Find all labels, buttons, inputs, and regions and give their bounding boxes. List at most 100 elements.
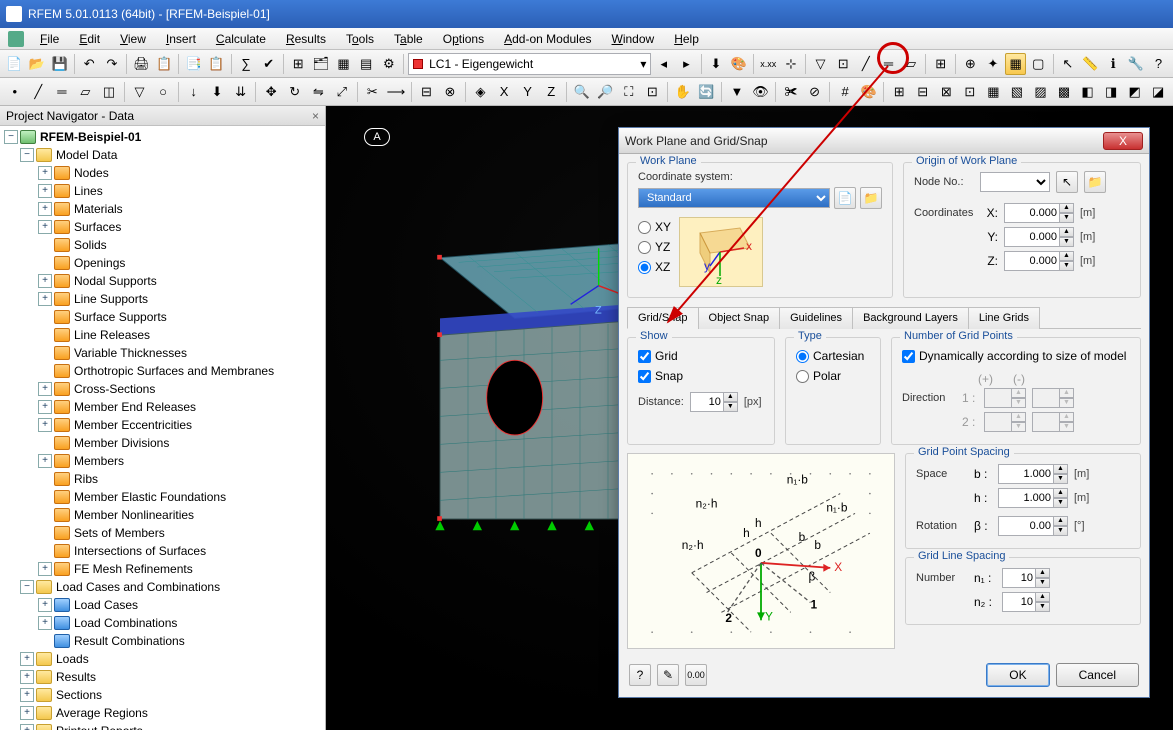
spacing-b-input[interactable]: ▲▼: [998, 464, 1068, 484]
color-icon[interactable]: 🎨: [858, 81, 880, 103]
units-button[interactable]: 0.00: [685, 664, 707, 686]
tree-item[interactable]: + Loads: [2, 650, 323, 668]
load-area-icon[interactable]: ⇊: [230, 81, 252, 103]
pick-node-button[interactable]: ↖: [1056, 171, 1078, 193]
misc1-icon[interactable]: ⊞: [888, 81, 910, 103]
tab-objectsnap[interactable]: Object Snap: [698, 307, 781, 329]
tree-item[interactable]: + Materials: [2, 200, 323, 218]
load-node-icon[interactable]: ↓: [183, 81, 205, 103]
calc-icon[interactable]: ∑: [236, 53, 257, 75]
prev-lc-icon[interactable]: ◂: [653, 53, 674, 75]
undo-icon[interactable]: ↶: [79, 53, 100, 75]
show-grid-check[interactable]: Grid: [638, 346, 764, 366]
tree-item[interactable]: Result Combinations: [2, 632, 323, 650]
check-icon[interactable]: ✔: [258, 53, 279, 75]
next-lc-icon[interactable]: ▸: [676, 53, 697, 75]
table-icon[interactable]: ⊞: [288, 53, 309, 75]
menu-edit[interactable]: Edit: [71, 30, 108, 48]
tree-root[interactable]: − RFEM-Beispiel-01: [2, 128, 323, 146]
axis-icon[interactable]: ⊹: [781, 53, 802, 75]
lines-n1-input[interactable]: ▲▼: [1002, 568, 1050, 588]
zoom-out-icon[interactable]: 🔎: [594, 81, 616, 103]
views-icon[interactable]: ▦: [333, 53, 354, 75]
select-icon[interactable]: ↖: [1058, 53, 1079, 75]
view-y-icon[interactable]: Y: [517, 81, 539, 103]
menu-insert[interactable]: Insert: [158, 30, 204, 48]
menu-view[interactable]: View: [112, 30, 154, 48]
tree-item[interactable]: + Surfaces: [2, 218, 323, 236]
render-icon[interactable]: ▦: [1005, 53, 1026, 75]
member-tool-icon[interactable]: ═: [51, 81, 73, 103]
tree-item[interactable]: Ribs: [2, 470, 323, 488]
origin-x-input[interactable]: ▲▼: [1004, 203, 1074, 223]
tree-item[interactable]: + Printout Reports: [2, 722, 323, 730]
print-icon[interactable]: 🖨: [131, 53, 152, 75]
tree-item[interactable]: + Results: [2, 668, 323, 686]
node-tool-icon[interactable]: •: [4, 81, 26, 103]
plane-xz-radio[interactable]: XZ: [638, 257, 671, 277]
coord-new-button[interactable]: 📄: [834, 187, 856, 209]
misc10-icon[interactable]: ◨: [1100, 81, 1122, 103]
spacing-beta-input[interactable]: ▲▼: [998, 516, 1068, 536]
tab-bglayers[interactable]: Background Layers: [852, 307, 969, 329]
tree-item[interactable]: + Nodes: [2, 164, 323, 182]
tree-item[interactable]: + Line Supports: [2, 290, 323, 308]
tree-lcc[interactable]: − Load Cases and Combinations: [2, 578, 323, 596]
save-icon[interactable]: 💾: [49, 53, 70, 75]
menu-addons[interactable]: Add-on Modules: [496, 30, 599, 48]
tree-item[interactable]: Member Elastic Foundations: [2, 488, 323, 506]
plane-yz-radio[interactable]: YZ: [638, 237, 671, 257]
tree-item[interactable]: + Member Eccentricities: [2, 416, 323, 434]
snap-icon[interactable]: ⊕: [960, 53, 981, 75]
loadcase-combo[interactable]: LC1 - Eigengewicht ▾: [408, 53, 651, 75]
tree-item[interactable]: + FE Mesh Refinements: [2, 560, 323, 578]
menu-results[interactable]: Results: [278, 30, 334, 48]
copy-icon[interactable]: 📑: [183, 53, 204, 75]
report-icon[interactable]: 📋: [154, 53, 175, 75]
orbit-icon[interactable]: 🔄: [696, 81, 718, 103]
menu-table[interactable]: Table: [386, 30, 431, 48]
misc9-icon[interactable]: ◧: [1077, 81, 1099, 103]
help-icon[interactable]: ?: [1148, 53, 1169, 75]
tree-item[interactable]: Member Nonlinearities: [2, 506, 323, 524]
menu-options[interactable]: Options: [435, 30, 492, 48]
open-icon[interactable]: 📂: [27, 53, 48, 75]
menu-file[interactable]: File: [32, 30, 67, 48]
menu-window[interactable]: Window: [604, 30, 663, 48]
misc5-icon[interactable]: ▦: [983, 81, 1005, 103]
pan-icon[interactable]: ✋: [672, 81, 694, 103]
filter-icon[interactable]: ▼: [726, 81, 748, 103]
dialog-titlebar[interactable]: Work Plane and Grid/Snap X: [619, 128, 1149, 154]
tree-item[interactable]: + Nodal Supports: [2, 272, 323, 290]
tree-item[interactable]: + Average Regions: [2, 704, 323, 722]
tree-item[interactable]: Orthotropic Surfaces and Membranes: [2, 362, 323, 380]
misc6-icon[interactable]: ▧: [1006, 81, 1028, 103]
wireframe-icon[interactable]: ▢: [1028, 53, 1049, 75]
tree-item[interactable]: Member Divisions: [2, 434, 323, 452]
dialog-close-button[interactable]: X: [1103, 132, 1143, 150]
panel-icon[interactable]: ▤: [356, 53, 377, 75]
lines-icon[interactable]: ╱: [855, 53, 876, 75]
menu-calculate[interactable]: Calculate: [208, 30, 274, 48]
zoom-fit-icon[interactable]: ⛶: [618, 81, 640, 103]
visibility-icon[interactable]: 👁: [750, 81, 772, 103]
misc7-icon[interactable]: ▨: [1030, 81, 1052, 103]
info-icon[interactable]: ℹ: [1103, 53, 1124, 75]
tab-linegrids[interactable]: Line Grids: [968, 307, 1040, 329]
move-icon[interactable]: ✥: [260, 81, 282, 103]
tree-item[interactable]: Variable Thicknesses: [2, 344, 323, 362]
tree-item[interactable]: Solids: [2, 236, 323, 254]
node-lib-button[interactable]: 📁: [1084, 171, 1106, 193]
coord-lib-button[interactable]: 📁: [860, 187, 882, 209]
measure-icon[interactable]: 📏: [1080, 53, 1101, 75]
misc11-icon[interactable]: ◩: [1124, 81, 1146, 103]
tree-item[interactable]: + Sections: [2, 686, 323, 704]
origin-z-input[interactable]: ▲▼: [1004, 251, 1074, 271]
divide-icon[interactable]: ✂: [362, 81, 384, 103]
misc-icon[interactable]: ⚙: [379, 53, 400, 75]
coord-system-combo[interactable]: Standard: [638, 188, 830, 208]
tree-item[interactable]: + Cross-Sections: [2, 380, 323, 398]
view-x-icon[interactable]: X: [493, 81, 515, 103]
show-loads-icon[interactable]: ⬇: [706, 53, 727, 75]
nav-icon[interactable]: 🗂: [311, 53, 332, 75]
